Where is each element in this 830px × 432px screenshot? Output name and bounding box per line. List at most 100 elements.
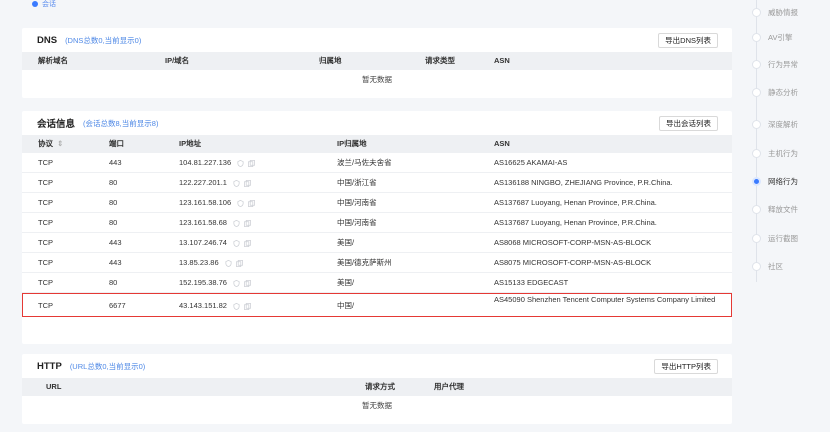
cell-port: 80: [109, 198, 118, 207]
http-col-method: 请求方式: [365, 382, 395, 391]
section-tag-label: 会话: [42, 1, 56, 8]
nav-item-label: 网络行为: [768, 176, 798, 186]
nav-dot-icon: [752, 176, 761, 186]
col-asn: ASN: [494, 139, 510, 148]
cell-location: 中国/河南省: [337, 198, 377, 207]
cell-protocol: TCP: [38, 178, 53, 187]
ip-actions: [233, 179, 251, 187]
http-title: HTTP: [37, 360, 62, 372]
nav-item-label: 释放文件: [768, 204, 798, 214]
cell-asn: AS45090 Shenzhen Tencent Computer System…: [494, 295, 716, 304]
nav-item[interactable]: 行为异常: [752, 59, 798, 69]
cell-asn: AS136188 NINGBO, ZHEJIANG Province, P.R.…: [494, 178, 673, 187]
nav-item[interactable]: 释放文件: [752, 204, 798, 214]
dns-col-location: 归属地: [319, 56, 342, 65]
nav-item-label: 威胁情报: [768, 7, 798, 17]
copy-icon[interactable]: [244, 219, 251, 227]
session-row: TCP 443 13.107.246.74 美国/AS8068 MICROSOFT-C…: [22, 233, 732, 253]
cell-protocol: TCP: [38, 278, 53, 287]
dns-card-header: DNS (DNS总数0,当前显示0) 导出DNS列表: [22, 28, 732, 52]
nav-item-label: 主机行为: [768, 148, 798, 158]
http-col-ua: 用户代理: [434, 382, 464, 391]
cell-port: 443: [109, 238, 122, 247]
shield-icon[interactable]: [237, 199, 244, 207]
shield-icon[interactable]: [233, 279, 240, 287]
nav-item-label: 静态分析: [768, 87, 798, 97]
copy-icon[interactable]: [248, 199, 256, 207]
nav-dot-icon: [752, 204, 761, 214]
nav-item[interactable]: 网络行为: [752, 176, 798, 186]
cell-location: 中国/: [337, 301, 355, 310]
cell-port: 80: [109, 178, 118, 187]
cell-ip-text: 152.195.38.76: [179, 278, 227, 287]
sessions-subtitle: (会话总数8,当前显示8): [83, 118, 159, 128]
ip-actions: [237, 199, 256, 207]
dns-table-header: 解析域名 IP/域名 归属地 请求类型 ASN: [22, 52, 732, 70]
shield-icon[interactable]: [233, 239, 240, 247]
shield-icon[interactable]: [225, 259, 232, 267]
cell-port: 80: [109, 278, 118, 287]
nav-item[interactable]: 深度解析: [752, 119, 798, 129]
col-protocol-label: 协议: [38, 139, 53, 148]
cell-protocol: TCP: [38, 238, 53, 247]
cell-location: 中国/浙江省: [337, 178, 377, 187]
http-empty: 暂无数据: [362, 401, 392, 410]
dns-col-ip: IP/域名: [165, 56, 190, 65]
section-nav: 威胁情报 AV引擎行为异常静态分析深度解析主机行为网络行为释放文件运行截图社区: [750, 0, 830, 432]
dns-empty: 暂无数据: [362, 75, 392, 84]
http-table-header: URL 请求方式 用户代理: [22, 378, 732, 396]
copy-icon[interactable]: [235, 259, 243, 267]
cell-protocol: TCP: [38, 158, 53, 167]
nav-item-label: 行为异常: [768, 59, 798, 69]
export-http-button[interactable]: 导出HTTP列表: [654, 359, 718, 374]
sessions-title: 会话信息: [37, 119, 76, 130]
export-dns-button[interactable]: 导出DNS列表: [658, 33, 718, 48]
ip-actions: [233, 302, 251, 310]
http-card-header: HTTP (URL总数0,当前显示0) 导出HTTP列表: [22, 354, 732, 378]
shield-icon[interactable]: [237, 159, 244, 167]
nav-item-label: 社区: [768, 261, 783, 271]
section-dot-icon: [32, 1, 38, 7]
nav-item[interactable]: 主机行为: [752, 148, 798, 158]
nav-dot-icon: [752, 87, 761, 97]
nav-item[interactable]: 运行截图: [752, 233, 798, 243]
nav-item[interactable]: 社区: [752, 261, 783, 271]
nav-item[interactable]: 威胁情报: [752, 7, 798, 17]
cell-asn: AS8075 MICROSOFT-CORP-MSN-AS-BLOCK: [494, 258, 652, 267]
cell-asn: AS137687 Luoyang, Henan Province, P.R.Ch…: [494, 218, 657, 227]
session-row: TCP 80 123.161.58.68 中国/河南省 AS137687 Luoyang…: [22, 213, 732, 233]
col-protocol[interactable]: 协议 ⇕: [38, 135, 63, 153]
shield-icon[interactable]: [233, 179, 240, 187]
cell-ip: 122.227.201.1: [179, 173, 251, 193]
nav-item[interactable]: AV引擎: [752, 32, 792, 42]
nav-dot-icon: [752, 32, 761, 42]
cell-ip: 152.195.38.76: [179, 273, 251, 293]
cell-asn: AS15133 EDGECAST: [494, 278, 569, 287]
copy-icon[interactable]: [244, 302, 251, 310]
shield-icon[interactable]: [233, 302, 240, 310]
cell-protocol: TCP: [38, 218, 53, 227]
export-sessions-button[interactable]: 导出会话列表: [659, 116, 718, 131]
http-col-url: URL: [46, 382, 62, 391]
copy-icon[interactable]: [244, 239, 251, 247]
dns-col-asn: ASN: [494, 56, 510, 65]
session-row: TCP 80 152.195.38.76 美国/AS15133 EDGECAST: [22, 273, 732, 293]
cell-asn: AS16625 AKAMAI-AS: [494, 158, 568, 167]
cell-ip-text: 13.85.23.86: [179, 258, 219, 267]
http-card: HTTP (URL总数0,当前显示0) 导出HTTP列表 URL 请求方式 用户…: [22, 354, 732, 424]
copy-icon[interactable]: [244, 179, 251, 187]
cell-location: 美国/德克萨斯州: [337, 258, 392, 267]
cell-ip: 123.161.58.106: [179, 193, 256, 213]
cell-ip-text: 43.143.151.82: [179, 301, 227, 310]
cell-port: 443: [109, 158, 122, 167]
nav-item[interactable]: 静态分析: [752, 87, 798, 97]
copy-icon[interactable]: [248, 159, 256, 167]
copy-icon[interactable]: [244, 279, 251, 287]
session-row: TCP 6677 43.143.151.82 中国/AS45090 Shenzhen …: [22, 293, 732, 317]
sort-icon[interactable]: ⇕: [57, 139, 63, 148]
sessions-card: 会话信息 (会话总数8,当前显示8) 导出会话列表 协议 ⇕ 端口 IP地址 IP…: [22, 111, 732, 344]
session-row: TCP 80 122.227.201.1 中国/浙江省 AS136188 NINGBO,…: [22, 173, 732, 193]
cell-location: 波兰/马佐夫舍省: [337, 158, 392, 167]
cell-protocol: TCP: [38, 258, 53, 267]
shield-icon[interactable]: [233, 219, 240, 227]
